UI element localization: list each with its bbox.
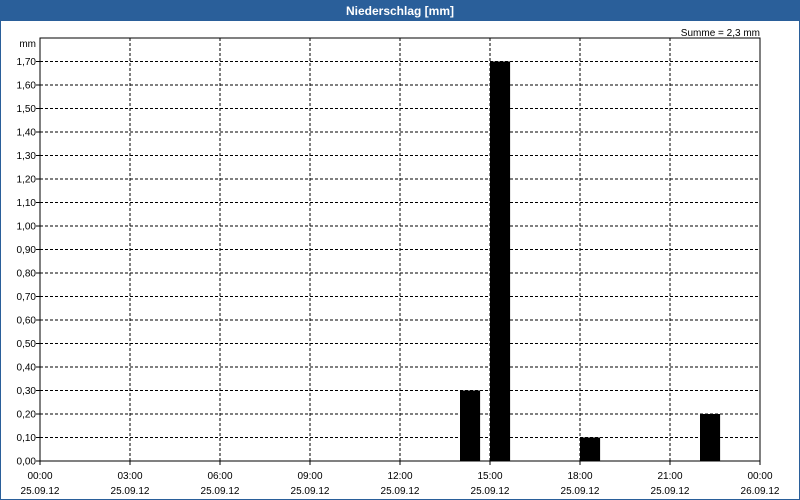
x-tick-date: 25.09.12: [381, 486, 420, 497]
y-tick-label: 1,20: [17, 175, 37, 186]
y-tick-label: 0,00: [17, 457, 37, 468]
x-tick-time: 06:00: [207, 471, 232, 482]
grid-lines: [40, 38, 760, 461]
y-axis-label: mm: [19, 39, 36, 50]
y-tick-label: 1,70: [17, 57, 37, 68]
sum-annotation: Summe = 2,3 mm: [681, 28, 760, 39]
x-tick-date: 26.09.12: [741, 486, 780, 497]
y-tick-label: 0,70: [17, 292, 37, 303]
y-tick-label: 0,40: [17, 363, 37, 374]
y-tick-label: 1,00: [17, 222, 37, 233]
y-tick-label: 1,10: [17, 198, 37, 209]
x-tick-time: 12:00: [387, 471, 412, 482]
x-tick-date: 25.09.12: [21, 486, 60, 497]
x-tick-time: 00:00: [747, 471, 772, 482]
x-tick-date: 25.09.12: [651, 486, 690, 497]
y-tick-label: 0,10: [17, 433, 37, 444]
x-tick-time: 09:00: [297, 471, 322, 482]
x-tick-time: 03:00: [117, 471, 142, 482]
y-tick-label: 0,30: [17, 386, 37, 397]
x-tick-date: 25.09.12: [291, 486, 330, 497]
axes: [36, 37, 761, 465]
y-tick-label: 0,50: [17, 339, 37, 350]
y-tick-labels: 0,00 0,10 0,20 0,30 0,40 0,50 0,60 0,70 0,80 0,90…: [17, 57, 37, 468]
precipitation-bar: [580, 437, 601, 461]
x-tick-time: 15:00: [477, 471, 502, 482]
precipitation-chart: mm Summe = 2,3 mm 0,000,100,200,300,400,…: [17, 28, 780, 497]
x-tick-time: 00:00: [27, 471, 52, 482]
x-tick-date: 25.09.12: [471, 486, 510, 497]
x-tick-date: 25.09.12: [111, 486, 150, 497]
precipitation-bar: [700, 414, 721, 461]
y-tick-label: 0,80: [17, 269, 37, 280]
y-tick-label: 1,60: [17, 81, 37, 92]
y-tick-label: 0,90: [17, 245, 37, 256]
y-tick-label: 1,50: [17, 104, 37, 115]
x-tick-time: 21:00: [657, 471, 682, 482]
x-tick-time: 18:00: [567, 471, 592, 482]
y-tick-label: 1,30: [17, 151, 37, 162]
precipitation-bar: [460, 390, 481, 461]
y-tick-label: 0,60: [17, 316, 37, 327]
y-tick-label: 1,40: [17, 128, 37, 139]
bars: [460, 61, 721, 461]
x-tick-date: 25.09.12: [561, 486, 600, 497]
precipitation-bar: [490, 61, 511, 461]
y-tick-label: 0,20: [17, 410, 37, 421]
x-tick-date: 25.09.12: [201, 486, 240, 497]
x-tick-labels: 00:00 25.09.12 03:00 25.09.12 06:00 25.09.12 0…: [21, 471, 780, 497]
